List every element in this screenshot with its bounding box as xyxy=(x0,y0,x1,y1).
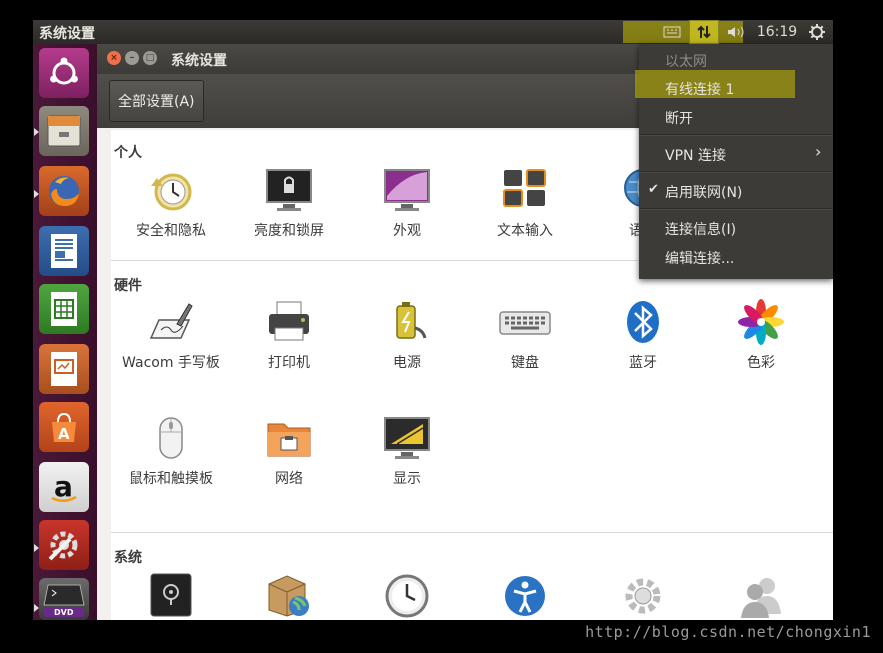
menu-item-edit-connections[interactable]: 编辑连接... xyxy=(665,248,734,268)
settings-item-time-date[interactable] xyxy=(348,570,466,618)
checkmark-icon: ✔ xyxy=(648,182,659,197)
watermark: http://blog.csdn.net/chongxin1 xyxy=(585,623,871,641)
color-icon xyxy=(735,298,787,346)
bluetooth-icon xyxy=(617,298,669,346)
impress-icon[interactable] xyxy=(39,344,89,394)
settings-item-label: 鼠标和触摸板 xyxy=(129,471,213,487)
software-center-icon[interactable]: A xyxy=(39,402,89,452)
wacom-tablet-icon xyxy=(145,298,197,346)
desktop-screen: 系统设置 16:19 A a DVD × – □ 系统设置 全部设置(A) 个人… xyxy=(33,20,833,620)
keyboard-icon xyxy=(499,298,551,346)
menu-item-wired-connection[interactable]: 有线连接 1 xyxy=(665,79,734,99)
settings-item-backups[interactable] xyxy=(112,570,230,618)
close-button[interactable]: × xyxy=(107,51,121,65)
calc-icon[interactable] xyxy=(39,284,89,334)
settings-item-user-accounts[interactable] xyxy=(702,570,820,618)
menu-item-enable-networking[interactable]: 启用联网(N) xyxy=(665,182,742,202)
minimize-button[interactable]: – xyxy=(125,51,139,65)
settings-item-label: 外观 xyxy=(393,223,421,239)
system-settings-icon[interactable] xyxy=(39,520,89,570)
power-icon xyxy=(381,298,433,346)
menu-divider xyxy=(639,208,833,210)
settings-item-color[interactable]: 色彩 xyxy=(702,298,820,375)
settings-item-keyboard[interactable]: 键盘 xyxy=(466,298,584,375)
settings-item-network[interactable]: 网络 xyxy=(230,414,348,491)
settings-item-label: 打印机 xyxy=(268,355,310,371)
maximize-button[interactable]: □ xyxy=(143,51,157,65)
settings-item-label: 蓝牙 xyxy=(629,355,657,371)
section-title-personal: 个人 xyxy=(114,145,142,161)
settings-item-label: 电源 xyxy=(393,355,421,371)
network-indicator-icon[interactable] xyxy=(689,20,719,44)
settings-item-power[interactable]: 电源 xyxy=(348,298,466,375)
top-panel: 系统设置 16:19 xyxy=(33,20,833,44)
settings-item-text-entry[interactable]: 文本输入 xyxy=(466,166,584,243)
settings-item-label: 键盘 xyxy=(511,355,539,371)
network-icon xyxy=(263,414,315,462)
menu-item-vpn[interactable]: VPN 连接 xyxy=(665,145,726,165)
files-icon[interactable] xyxy=(39,106,89,156)
clock[interactable]: 16:19 xyxy=(755,20,799,44)
settings-item-label: 安全和隐私 xyxy=(136,223,206,239)
printer-icon xyxy=(263,298,315,346)
section-title-hardware: 硬件 xyxy=(114,278,142,294)
volume-icon[interactable] xyxy=(723,20,749,44)
gear-icon[interactable] xyxy=(805,20,829,44)
settings-item-security-privacy[interactable]: 安全和隐私 xyxy=(112,166,230,243)
settings-item-printer[interactable]: 打印机 xyxy=(230,298,348,375)
menu-divider xyxy=(639,134,833,136)
settings-item-label: 网络 xyxy=(275,471,303,487)
display-icon xyxy=(381,414,433,462)
time-date-icon xyxy=(381,570,433,618)
software-updates-icon xyxy=(263,570,315,618)
settings-item-wacom-tablet[interactable]: Wacom 手写板 xyxy=(112,298,230,375)
menu-divider xyxy=(639,171,833,173)
settings-item-label: 色彩 xyxy=(747,355,775,371)
settings-item-display[interactable]: 显示 xyxy=(348,414,466,491)
svg-text:A: A xyxy=(58,425,70,443)
details-icon xyxy=(617,570,669,618)
user-accounts-icon xyxy=(735,570,787,618)
settings-item-bluetooth[interactable]: 蓝牙 xyxy=(584,298,702,375)
settings-item-appearance[interactable]: 外观 xyxy=(348,166,466,243)
all-settings-button[interactable]: 全部设置(A) xyxy=(109,80,204,122)
svg-text:a: a xyxy=(54,470,73,503)
active-app-title: 系统设置 xyxy=(39,26,95,42)
mouse-touchpad-icon xyxy=(145,414,197,462)
menu-item-disconnect[interactable]: 断开 xyxy=(665,108,693,128)
settings-item-brightness-lock[interactable]: 亮度和锁屏 xyxy=(230,166,348,243)
settings-item-software-updates[interactable] xyxy=(230,570,348,618)
backups-icon xyxy=(145,570,197,618)
window-title: 系统设置 xyxy=(171,53,227,69)
section-title-system: 系统 xyxy=(114,550,142,566)
section-divider xyxy=(111,532,833,533)
settings-item-label: Wacom 手写板 xyxy=(122,355,220,371)
ubuntu-dash-icon[interactable] xyxy=(39,48,89,98)
appearance-icon xyxy=(381,166,433,214)
svg-text:DVD: DVD xyxy=(54,608,74,617)
settings-item-label: 亮度和锁屏 xyxy=(254,223,324,239)
launcher: A a DVD xyxy=(33,44,97,620)
writer-icon[interactable] xyxy=(39,226,89,276)
chevron-right-icon: › xyxy=(815,142,822,161)
settings-item-label: 显示 xyxy=(393,471,421,487)
universal-access-icon xyxy=(499,570,551,618)
firefox-icon[interactable] xyxy=(39,166,89,216)
security-privacy-icon xyxy=(145,166,197,214)
amazon-icon[interactable]: a xyxy=(39,462,89,512)
menu-header-ethernet: 以太网 xyxy=(665,54,707,70)
settings-item-details[interactable] xyxy=(584,570,702,618)
network-menu: 以太网 有线连接 1 断开 VPN 连接 › ✔ 启用联网(N) 连接信息(I)… xyxy=(635,44,833,279)
brightness-lock-icon xyxy=(263,166,315,214)
keyboard-indicator-icon[interactable] xyxy=(659,20,685,44)
settings-item-universal-access[interactable] xyxy=(466,570,584,618)
text-entry-icon xyxy=(499,166,551,214)
menu-item-connection-info[interactable]: 连接信息(I) xyxy=(665,219,736,239)
settings-item-mouse-touchpad[interactable]: 鼠标和触摸板 xyxy=(112,414,230,491)
dvd-icon[interactable]: DVD xyxy=(39,578,89,620)
settings-item-label: 文本输入 xyxy=(497,223,553,239)
